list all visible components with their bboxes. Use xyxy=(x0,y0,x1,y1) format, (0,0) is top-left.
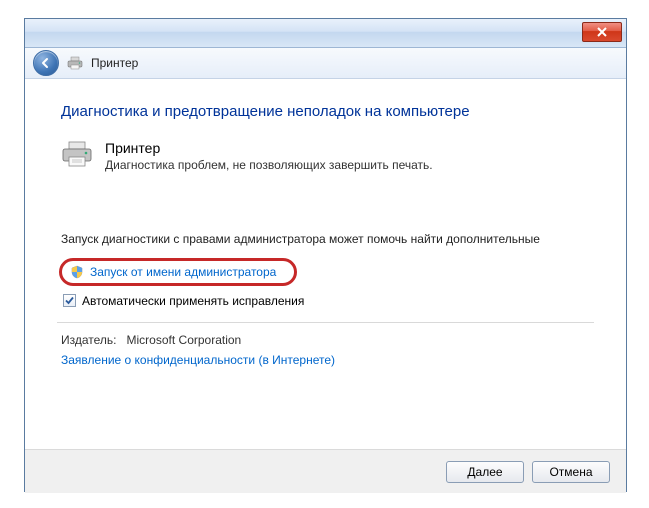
admin-run-highlight: Запуск от имени администратора xyxy=(59,258,297,286)
nav-title: Принтер xyxy=(91,56,138,70)
divider xyxy=(57,322,594,323)
close-button[interactable] xyxy=(582,22,622,42)
troubleshooter-window: Принтер Диагностика и предотвращение неп… xyxy=(24,18,627,492)
printer-description: Диагностика проблем, не позволяющих заве… xyxy=(105,158,433,172)
checkmark-icon xyxy=(65,296,74,305)
footer: Далее Отмена xyxy=(25,449,626,493)
publisher-row: Издатель: Microsoft Corporation xyxy=(61,333,590,347)
back-arrow-icon xyxy=(40,57,52,69)
printer-icon xyxy=(61,140,93,168)
back-button[interactable] xyxy=(33,50,59,76)
printer-heading: Принтер xyxy=(105,140,433,156)
titlebar xyxy=(25,19,626,48)
next-button[interactable]: Далее xyxy=(446,461,524,483)
navbar: Принтер xyxy=(25,48,626,79)
auto-apply-row: Автоматически применять исправления xyxy=(63,294,590,308)
diagnostic-hint: Запуск диагностики с правами администрат… xyxy=(61,232,590,248)
printer-section: Принтер Диагностика проблем, не позволяю… xyxy=(61,140,590,172)
publisher-label: Издатель: xyxy=(61,333,117,347)
close-icon xyxy=(597,27,607,37)
run-as-admin-link[interactable]: Запуск от имени администратора xyxy=(90,265,276,279)
publisher-value: Microsoft Corporation xyxy=(127,333,242,347)
content-area: Диагностика и предотвращение неполадок н… xyxy=(25,79,626,449)
auto-apply-label: Автоматически применять исправления xyxy=(82,294,304,308)
printer-icon xyxy=(67,56,83,70)
shield-icon xyxy=(70,265,84,279)
cancel-button[interactable]: Отмена xyxy=(532,461,610,483)
privacy-statement-link[interactable]: Заявление о конфиденциальности (в Интерн… xyxy=(61,353,590,367)
page-title: Диагностика и предотвращение неполадок н… xyxy=(61,103,590,120)
auto-apply-checkbox[interactable] xyxy=(63,294,76,307)
